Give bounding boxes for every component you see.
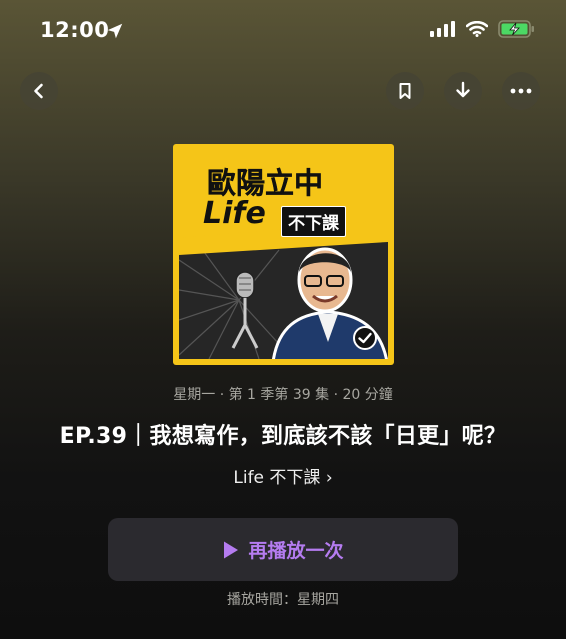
play-icon (224, 541, 239, 558)
more-options-button[interactable] (502, 72, 540, 110)
podcast-cover-art: 歐陽立中 Life 不下課 (173, 144, 394, 365)
status-time: 12:00 (40, 18, 110, 42)
verified-check-icon (353, 326, 377, 350)
cover-subtitle: 不下課 (281, 206, 346, 237)
replay-button-label: 再播放一次 (248, 540, 344, 562)
location-arrow-icon (107, 23, 123, 39)
download-icon (456, 81, 470, 98)
bookmark-icon (399, 83, 411, 99)
chevron-left-icon (34, 83, 43, 99)
cover-background: 歐陽立中 Life 不下課 (179, 150, 388, 359)
episode-title: EP.39｜我想寫作，到底該不該「日更」呢？ (59, 424, 507, 449)
microphone-icon (231, 271, 259, 349)
back-button[interactable] (20, 72, 58, 110)
release-schedule: 播放時間：星期四 (227, 592, 339, 608)
status-bar: 12:00 (0, 0, 566, 62)
download-button[interactable] (444, 72, 482, 110)
cover-life-text: Life (203, 196, 266, 231)
episode-meta: 星期一 · 第 1 季第 39 集 · 20 分鐘 (173, 387, 393, 403)
wifi-icon (466, 21, 488, 37)
battery-charging-icon (498, 20, 534, 38)
signal-icon (430, 21, 455, 37)
more-icon (510, 88, 532, 94)
bookmark-button[interactable] (386, 72, 424, 110)
replay-button[interactable]: 再播放一次 (108, 518, 458, 581)
status-indicators (430, 20, 536, 38)
show-name-link[interactable]: Life 不下課 › (0, 463, 566, 488)
